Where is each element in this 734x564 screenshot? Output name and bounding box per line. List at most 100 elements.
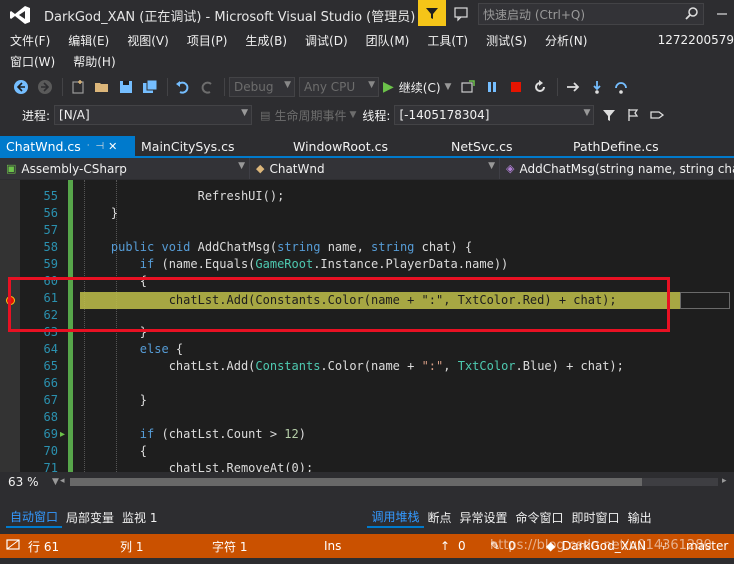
lock-icon: ᐧ [86,140,90,152]
code-line: 67 } [0,392,734,409]
toolbar-separator [167,78,168,96]
minimize-icon[interactable] [712,4,732,24]
chevron-down-icon: ▼ [238,161,245,171]
chevron-down-icon[interactable]: ▼ [52,477,59,487]
chevron-down-icon: ▼ [241,108,249,118]
line-number: 55 [43,189,58,203]
scroll-left-icon[interactable]: ◂ [60,476,65,486]
break-all-icon[interactable] [481,76,503,98]
show-next-statement-icon[interactable] [562,76,584,98]
save-icon[interactable] [115,76,137,98]
undo-icon[interactable] [172,76,194,98]
line-number: 58 [43,240,58,254]
member-select[interactable]: ◈ AddChatMsg(string name, string chat) [500,158,734,179]
line-number: 66 [43,376,58,390]
process-label: 进程: [22,108,51,123]
account-number[interactable]: 1272200579 [658,33,734,47]
code-text: if (name.Equals(GameRoot.Instance.Player… [139,257,509,271]
forward-icon[interactable] [34,76,56,98]
menu-help[interactable]: 帮助(H) [64,53,124,70]
tab-autos[interactable]: 自动窗口 [6,506,63,528]
method-icon: ◈ [506,162,515,175]
thread-select[interactable]: [-1405178304] ▼ [394,105,595,125]
new-project-icon[interactable] [67,76,89,98]
continue-button[interactable]: ▶ 继续(C) ▼ [383,79,451,96]
back-icon[interactable] [10,76,32,98]
tab-windowroot[interactable]: WindowRoot.cs [287,136,445,156]
tab-locals[interactable]: 局部变量 [62,506,118,528]
feedback-icon[interactable] [450,4,472,24]
menu-edit[interactable]: 编辑(E) [59,32,118,49]
line-number: 68 [43,410,58,424]
redo-icon[interactable] [196,76,218,98]
code-editor[interactable]: 55 RefreshUI(); 56 } 57 58 public void A… [0,180,734,472]
menu-file[interactable]: 文件(F) [0,32,59,49]
debug-location-toolbar: 进程: [N/A] ▼ ▤ 生命周期事件 ▼ 线程: [-1405178304]… [0,102,734,128]
tab-chatwnd[interactable]: ChatWnd.cs ᐧ ⊣ ✕ [0,136,135,156]
editor-footer: 63 % ▼ ◂ ▸ [0,472,734,492]
status-bar: 行 61 列 1 字符 1 Ins ↑ 0 ✎ 0 ◆ DarkGod_XAN … [0,534,734,558]
step-into-icon[interactable] [586,76,608,98]
close-icon[interactable]: ✕ [108,140,117,153]
process-select[interactable]: [N/A] ▼ [54,105,253,125]
tab-netsvc[interactable]: NetSvc.cs [445,136,567,156]
lifecycle-events-button[interactable]: ▤ 生命周期事件 ▼ [260,107,356,124]
tab-label: WindowRoot.cs [293,138,388,154]
window-title: DarkGod_XAN (正在调试) - Microsoft Visual St… [44,9,416,25]
tab-exception-settings[interactable]: 异常设置 [456,506,512,528]
menu-analyze[interactable]: 分析(N) [536,32,596,49]
menu-project[interactable]: 项目(P) [178,32,237,49]
code-line: 56 } [0,205,734,222]
project-select[interactable]: ▣ Assembly-CSharp ▼ [0,158,250,179]
menu-team[interactable]: 团队(M) [357,32,419,49]
code-line: 70 { [0,443,734,460]
open-folder-icon[interactable] [91,76,113,98]
horizontal-scrollbar[interactable] [70,478,718,486]
line-number: 59 [43,257,58,271]
class-select[interactable]: ◆ ChatWnd ▼ [250,158,500,179]
flag-threads-icon[interactable] [622,104,644,126]
tab-label: ChatWnd.cs [6,138,81,154]
solution-configuration-select[interactable]: Debug ▼ [229,77,295,97]
tab-immediate-window[interactable]: 即时窗口 [568,506,624,528]
solution-platform-select[interactable]: Any CPU ▼ [299,77,379,97]
filter-threads-icon[interactable] [598,104,620,126]
pin-icon[interactable]: ⊣ [95,141,104,152]
thread-label: 线程: [362,108,391,123]
tab-label: NetSvc.cs [451,138,513,154]
tab-call-stack[interactable]: 调用堆栈 [367,506,424,528]
tab-watch-1[interactable]: 监视 1 [118,506,161,528]
quick-launch-input[interactable]: 快速启动 (Ctrl+Q) [478,3,704,25]
step-over-icon[interactable] [610,76,632,98]
restart-icon[interactable] [529,76,551,98]
notification-icon[interactable] [6,538,20,554]
search-icon[interactable] [685,6,699,23]
tab-pathdefine[interactable]: PathDefine.cs [567,136,727,156]
collapse-arrow-icon[interactable]: ▸ [60,426,65,443]
title-bar: DarkGod_XAN (正在调试) - Microsoft Visual St… [0,0,734,30]
stop-debugging-icon[interactable] [505,76,527,98]
menu-tools[interactable]: 工具(T) [418,32,477,49]
zoom-level[interactable]: 63 % [8,475,52,489]
menu-window[interactable]: 窗口(W) [0,53,64,70]
csharp-project-icon: ▣ [6,162,17,175]
save-all-icon[interactable] [139,76,161,98]
tab-output[interactable]: 输出 [624,506,656,528]
tab-breakpoints[interactable]: 断点 [424,506,456,528]
status-column: 列 1 [120,539,144,554]
menu-build[interactable]: 生成(B) [236,32,296,49]
scrollbar-thumb[interactable] [70,478,642,486]
attach-icon[interactable] [457,76,479,98]
tab-maincitysys[interactable]: MainCitySys.cs [135,136,287,156]
tab-command-window[interactable]: 命令窗口 [512,506,568,528]
scroll-right-icon[interactable]: ▸ [722,476,727,486]
menu-test[interactable]: 测试(S) [477,32,536,49]
stack-frame-icon[interactable] [646,104,668,126]
menu-view[interactable]: 视图(V) [118,32,178,49]
menu-row-2: 窗口(W) 帮助(H) [0,51,734,72]
filter-icon[interactable] [418,0,446,26]
menu-debug[interactable]: 调试(D) [296,32,357,49]
code-text: chatLst.Add(Constants.Color(name + ":", … [82,359,624,373]
up-arrow-icon[interactable]: ↑ [440,539,450,553]
watermark-text: https://blog.csdn.net/u014361280 [490,538,712,553]
